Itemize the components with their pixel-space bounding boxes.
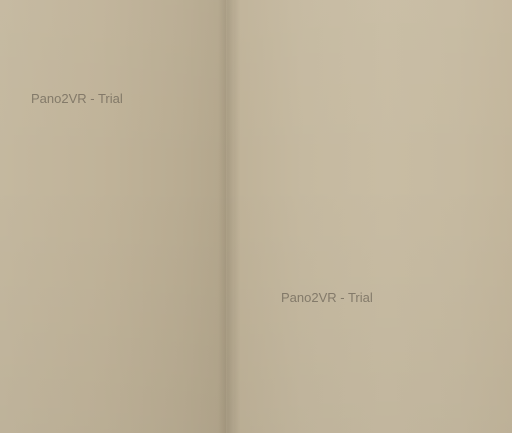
- trial-watermark: Pano2VR - Trial: [281, 290, 373, 305]
- left-wall: [0, 0, 226, 433]
- right-wall: [234, 0, 512, 433]
- trial-watermark: Pano2VR - Trial: [31, 91, 123, 106]
- panorama-view[interactable]: Pano2VR - Trial Pano2VR - Trial: [0, 0, 512, 433]
- wall-corner: [218, 0, 240, 433]
